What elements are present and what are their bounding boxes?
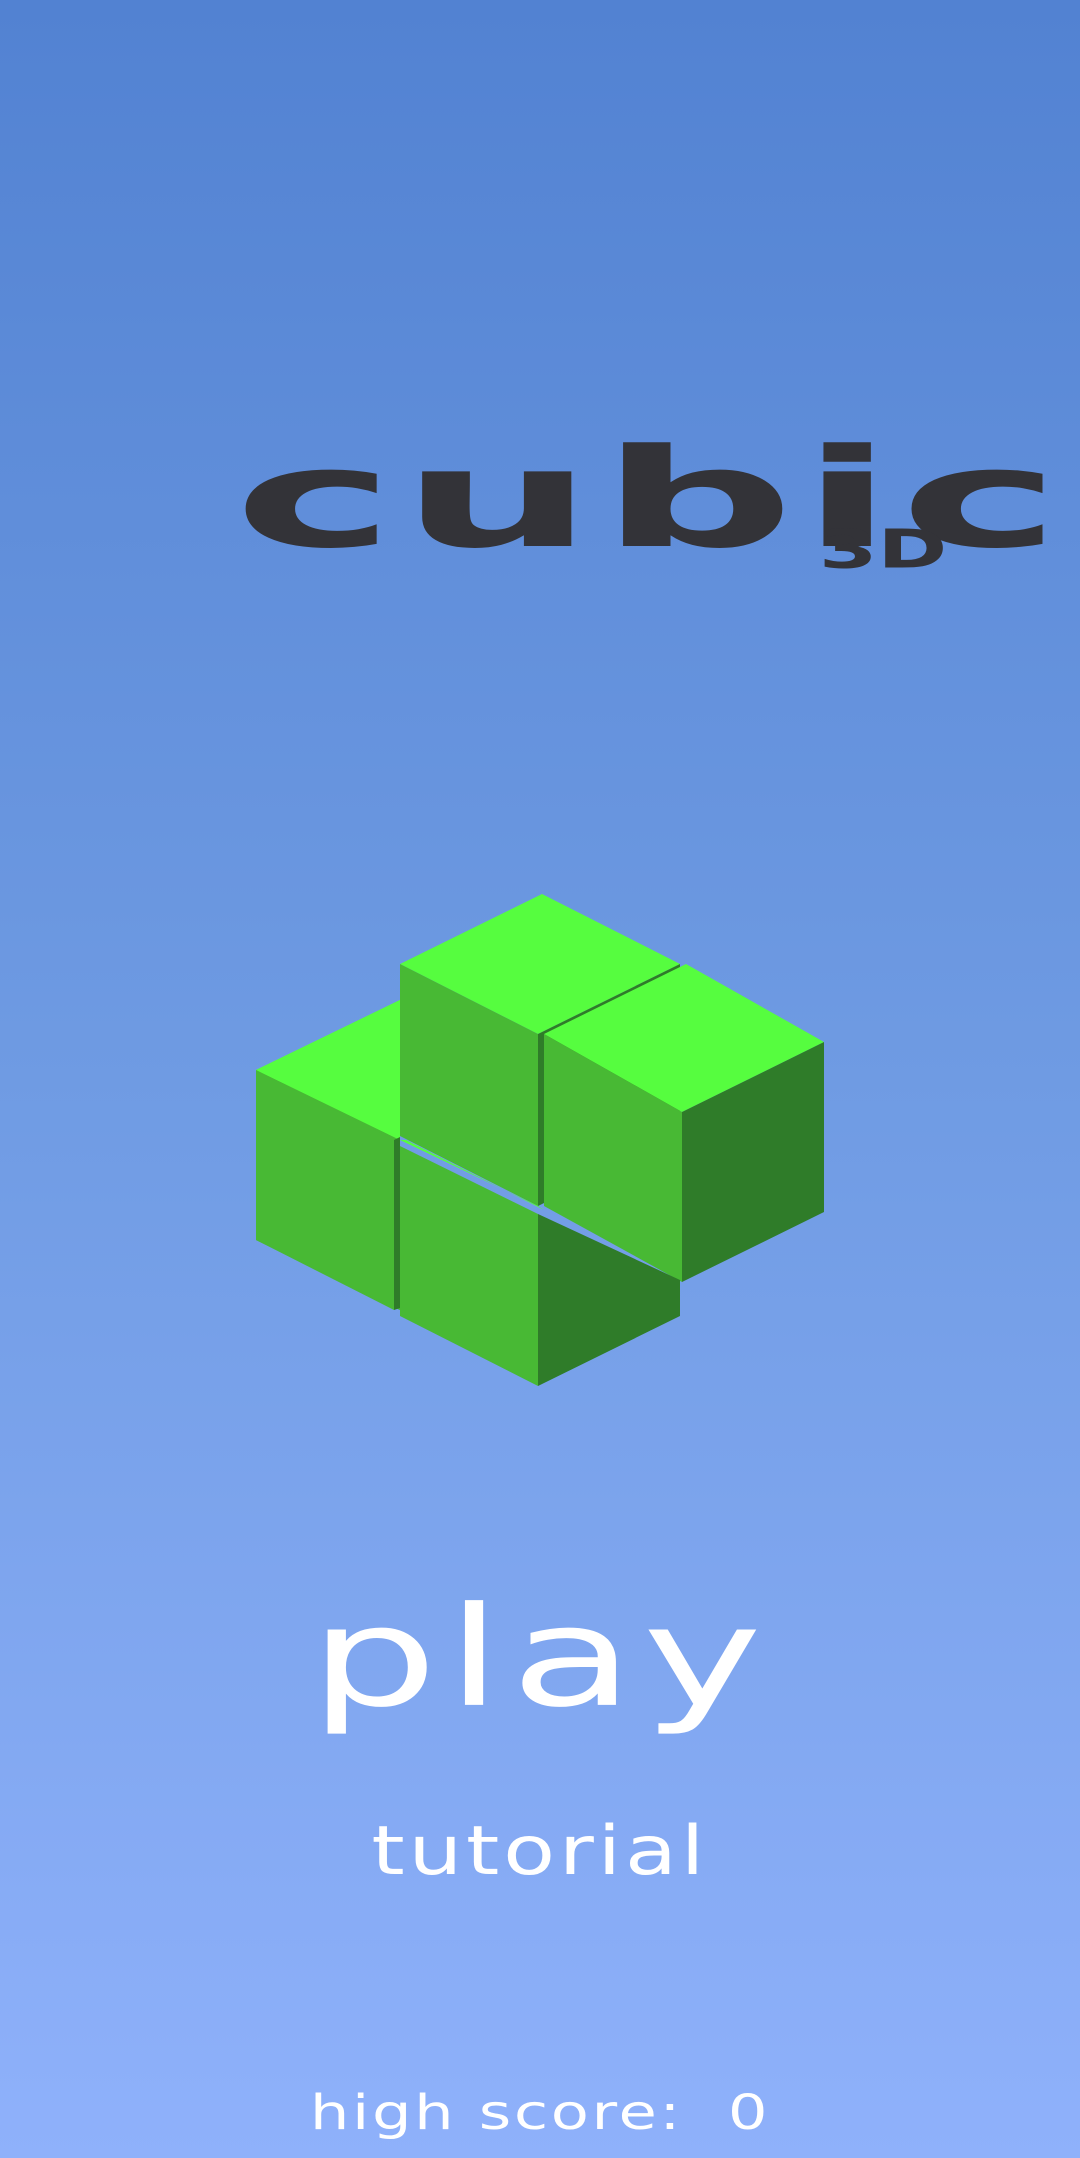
cube-back-top bbox=[400, 894, 680, 1206]
game-logo: cubic 3D bbox=[234, 390, 1061, 610]
cube-front bbox=[400, 1140, 680, 1386]
high-score-row: high score: 0 bbox=[310, 2078, 770, 2148]
high-score-label: high score: bbox=[309, 2085, 683, 2141]
tutorial-label: tutorial bbox=[371, 1812, 709, 1891]
cube-right bbox=[544, 964, 824, 1282]
play-button[interactable]: play bbox=[0, 1568, 1080, 1748]
logo-suffix: 3D bbox=[819, 519, 948, 581]
tutorial-button[interactable]: tutorial bbox=[0, 1802, 1080, 1902]
cube-left bbox=[256, 1000, 400, 1310]
play-label: play bbox=[309, 1577, 771, 1739]
high-score-value: 0 bbox=[727, 2085, 771, 2141]
cube-back-left bbox=[256, 1000, 400, 1310]
high-score-display: high score: 0 bbox=[0, 2078, 1080, 2148]
